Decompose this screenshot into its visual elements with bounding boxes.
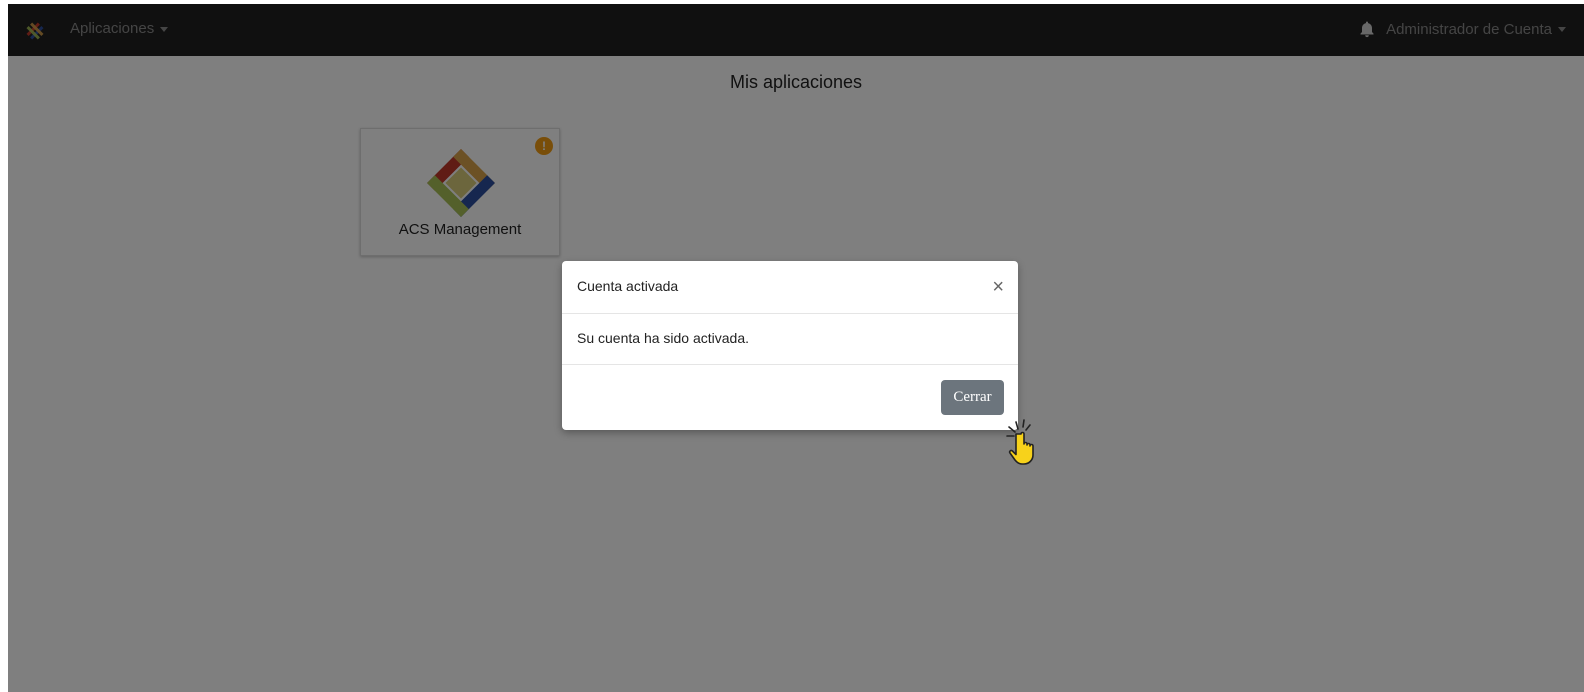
close-icon[interactable]: × <box>992 277 1004 297</box>
modal-header: Cuenta activada × <box>562 261 1018 314</box>
app-window: Aplicaciones Administrador de Cuenta Mis… <box>8 4 1584 692</box>
modal-title: Cuenta activada <box>577 278 679 294</box>
modal-body: Su cuenta ha sido activada. <box>562 314 1018 365</box>
modal-message: Su cuenta ha sido activada. <box>577 330 750 346</box>
hand-pointer-cursor-icon <box>1006 419 1034 465</box>
close-button[interactable]: Cerrar <box>941 380 1004 415</box>
account-activated-dialog: Cuenta activada × Su cuenta ha sido acti… <box>562 261 1018 430</box>
